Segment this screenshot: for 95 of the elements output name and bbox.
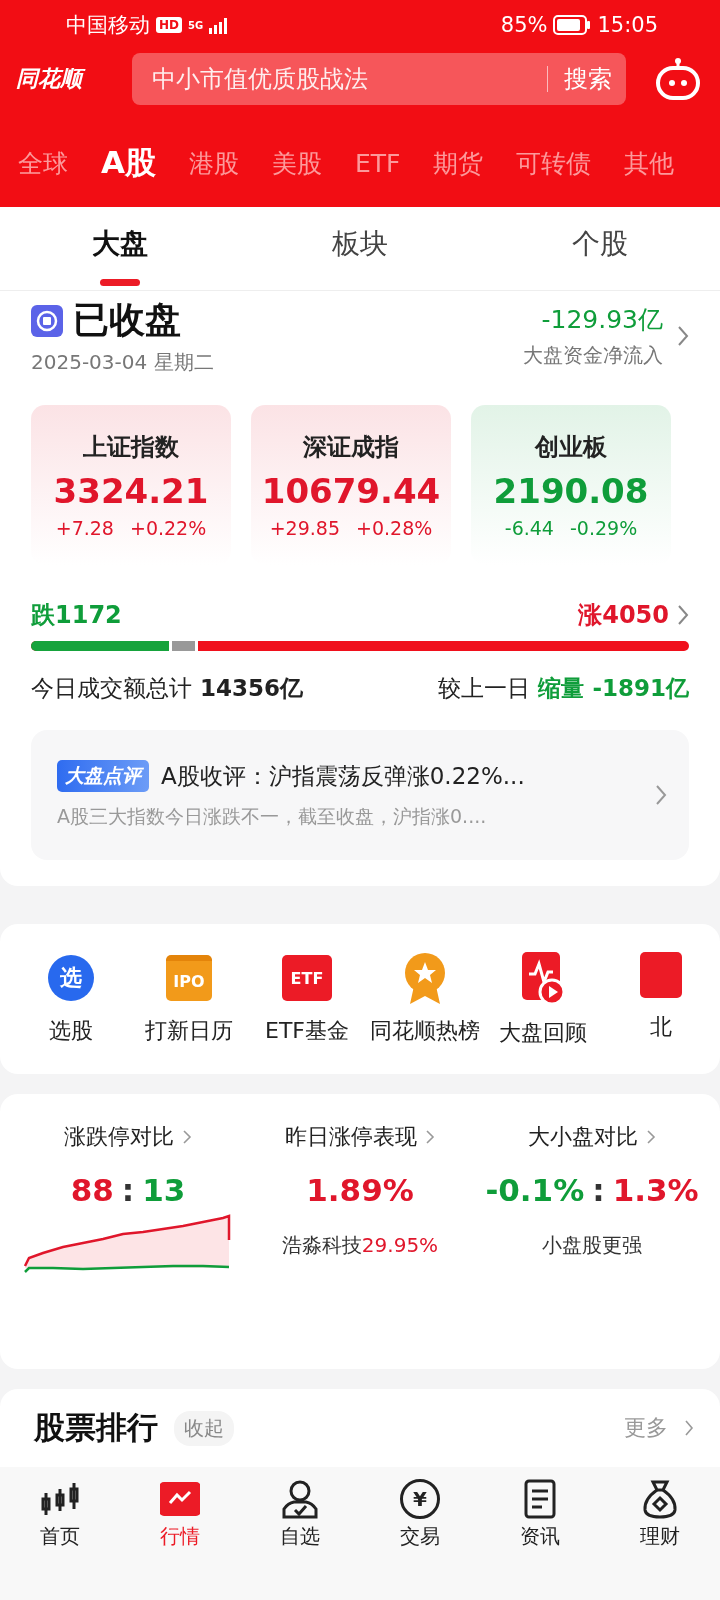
- chevron-icon[interactable]: [425, 1128, 435, 1146]
- stat-value: :: [592, 1172, 605, 1208]
- index-value: 10679.44: [261, 471, 441, 511]
- nav-label: 理财: [640, 1523, 680, 1550]
- index-change: -6.44: [504, 517, 554, 539]
- stat-caption: 小盘股更强: [542, 1232, 642, 1259]
- turnover-value: 14356亿: [200, 674, 304, 703]
- shortcut-icon: [638, 952, 684, 1000]
- line-chart-icon: [160, 1479, 200, 1519]
- shortcut-item[interactable]: ETF ETF基金: [248, 952, 366, 1052]
- index-percent: +0.22%: [129, 517, 207, 539]
- nav-tab[interactable]: 资讯: [480, 1467, 600, 1562]
- index-value: 3324.21: [53, 471, 209, 511]
- sub-tab[interactable]: 个股: [480, 207, 720, 290]
- index-change: +29.85: [269, 517, 340, 539]
- stat-title[interactable]: 涨跌停对比: [64, 1122, 174, 1152]
- shortcut-item[interactable]: 大盘回顾: [484, 952, 602, 1052]
- shortcut-label: 大盘回顾: [499, 1019, 587, 1047]
- shortcut-item[interactable]: 北: [602, 952, 720, 1052]
- nav-tab[interactable]: 行情: [120, 1467, 240, 1562]
- hd-badge: HD: [156, 17, 182, 33]
- network-label: 5G: [188, 19, 204, 31]
- index-name: 上证指数: [83, 432, 179, 463]
- person-icon: [280, 1479, 320, 1519]
- calendar-icon: IPO: [166, 955, 212, 1001]
- compare-tag: 缩量: [538, 673, 585, 704]
- index-percent: -0.29%: [569, 517, 638, 539]
- unchanged-segment: [172, 641, 199, 651]
- stat-title[interactable]: 昨日涨停表现: [285, 1122, 417, 1152]
- nav-tab[interactable]: 理财: [600, 1467, 720, 1562]
- nav-tab[interactable]: 首页: [0, 1467, 120, 1562]
- shortcut-item[interactable]: 选 选股: [12, 952, 130, 1052]
- nav-label: 自选: [280, 1523, 320, 1550]
- nav-tab[interactable]: 自选: [240, 1467, 360, 1562]
- net-inflow-value: -129.93亿: [541, 304, 663, 336]
- shortcut-label: 选股: [49, 1017, 93, 1045]
- index-change: +7.28: [55, 517, 114, 539]
- etf-icon: ETF: [282, 955, 332, 1001]
- shortcut-label: 打新日历: [145, 1017, 233, 1045]
- carrier: 中国移动: [66, 12, 150, 39]
- shortcut-label: ETF基金: [265, 1017, 349, 1045]
- date-text: 2025-03-04 星期二: [31, 349, 215, 376]
- nav-label: 行情: [160, 1523, 200, 1550]
- chevron-icon[interactable]: [646, 1128, 656, 1146]
- clock: 15:05: [597, 13, 658, 37]
- index-name: 创业板: [535, 432, 607, 463]
- shortcut-label: 同花顺热榜: [370, 1017, 480, 1045]
- stat-value: 1.3%: [612, 1172, 699, 1208]
- stat-value: 88: [70, 1172, 114, 1208]
- ranking-title: 股票排行: [34, 1408, 158, 1447]
- chevron-icon[interactable]: [677, 604, 689, 626]
- shortcut-item[interactable]: IPO 打新日历: [130, 952, 248, 1052]
- app-logo[interactable]: 同花顺: [16, 64, 112, 94]
- decliners-count: 跌1172: [31, 600, 122, 631]
- market-tab[interactable]: A股: [101, 142, 156, 184]
- commentary-title: A股收评：沪指震荡反弹涨0.22%...: [161, 761, 525, 791]
- stop-icon: [31, 304, 63, 337]
- compare-label: 较上一日: [438, 674, 531, 703]
- battery-icon: [553, 15, 592, 35]
- compare-value: -1891亿: [592, 674, 689, 703]
- sub-tab[interactable]: 大盘: [0, 207, 240, 290]
- shortcut-label: 北: [650, 1013, 672, 1041]
- chevron-icon[interactable]: [677, 325, 689, 347]
- pick-stock-icon: 选: [48, 955, 94, 1001]
- stat-title[interactable]: 大小盘对比: [528, 1122, 638, 1152]
- nav-label: 首页: [40, 1523, 80, 1550]
- stat-value: -0.1%: [485, 1172, 585, 1208]
- robot-icon[interactable]: [654, 57, 702, 101]
- index-percent: +0.28%: [356, 517, 433, 539]
- index-value: 2190.08: [493, 471, 649, 511]
- commentary-summary: A股三大指数今日涨跌不一，截至收盘，沪指涨0....: [57, 804, 488, 829]
- stat-value: 1.89%: [306, 1172, 414, 1208]
- sub-tab[interactable]: 板块: [240, 207, 480, 290]
- nav-label: 资讯: [520, 1523, 560, 1550]
- medal-icon: [402, 952, 448, 1004]
- stat-value: :: [121, 1172, 135, 1208]
- stat-value: 13: [142, 1172, 186, 1208]
- battery-percent: 85%: [500, 13, 548, 37]
- yen-coin-icon: ¥: [400, 1479, 440, 1519]
- turnover-label: 今日成交额总计: [31, 674, 192, 703]
- stat-note: 浩淼科技29.95%: [281, 1233, 439, 1257]
- advancers-count: 涨4050: [578, 600, 669, 631]
- chevron-icon[interactable]: [684, 1418, 694, 1438]
- net-inflow-label: 大盘资金净流入: [523, 342, 663, 369]
- chevron-icon[interactable]: [182, 1128, 192, 1146]
- chevron-icon: [655, 784, 667, 806]
- shortcut-item[interactable]: 同花顺热榜: [366, 952, 484, 1052]
- money-bag-icon: [640, 1479, 680, 1519]
- market-status-title: 已收盘: [73, 298, 181, 342]
- index-name: 深证成指: [303, 432, 399, 463]
- nav-tab[interactable]: ¥ 交易: [360, 1467, 480, 1562]
- nav-label: 交易: [400, 1523, 440, 1550]
- commentary-badge: 大盘点评: [57, 760, 149, 792]
- commentary-card[interactable]: 大盘点评 A股收评：沪指震荡反弹涨0.22%... A股三大指数今日涨跌不一，截至收盘，沪指涨0....: [31, 730, 689, 860]
- chart-play-icon: [520, 952, 566, 1006]
